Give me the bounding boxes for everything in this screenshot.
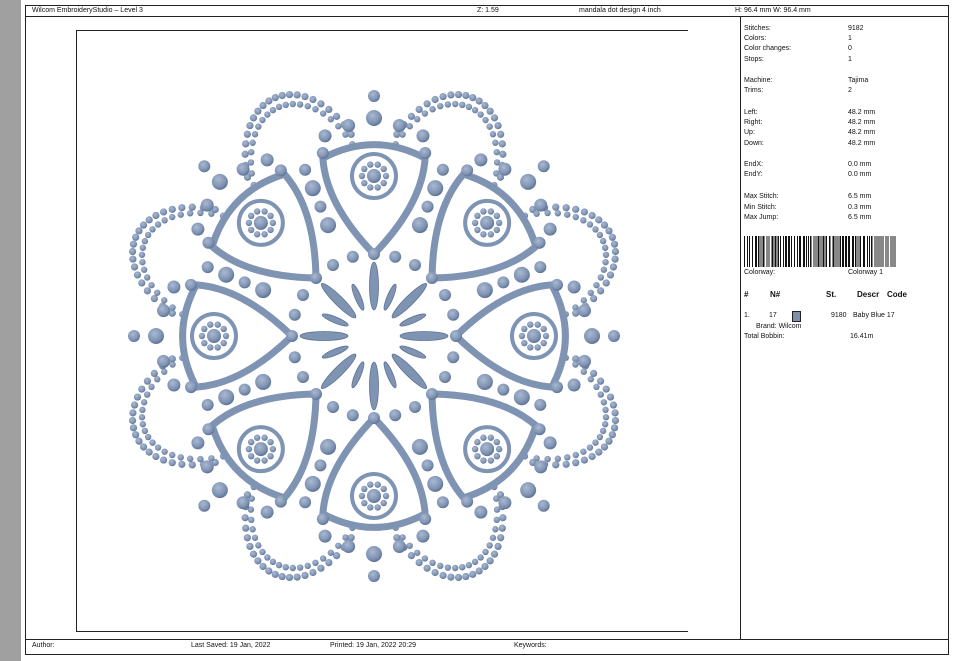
stat-label: EndX: [744,161,764,168]
stat-label: Trims: [744,87,764,94]
row-index: 1. [744,312,750,319]
stat-label: Min Stitch: [744,204,777,211]
col-header-code: Code [887,290,907,299]
stat-value: 48.2 mm [848,129,876,136]
stat-value: 2 [848,87,852,94]
stat-value: 0.0 mm [848,171,872,178]
panel-divider [740,17,741,639]
stat-value: 9182 [848,25,864,32]
stat-label: Right: [744,119,763,126]
stat-value: 48.2 mm [848,109,876,116]
design-size: H: 96.4 mm W: 96.4 mm [735,7,811,14]
thread-swatch [792,311,801,322]
colorway-label: Colorway: [744,269,776,276]
stat-value: 0.3 mm [848,204,872,211]
stat-value: 6.5 mm [848,193,872,200]
zoom-level: Z: 1.59 [477,7,499,14]
stat-label: EndY: [744,171,763,178]
stat-value: 0 [848,45,852,52]
stat-value: 6.5 mm [848,214,872,221]
printed-date: Printed: 19 Jan, 2022 20:29 [330,642,417,649]
stat-value: 48.2 mm [848,119,876,126]
last-saved: Last Saved: 19 Jan, 2022 [191,642,271,649]
stat-value: 48.2 mm [848,140,876,147]
stat-label: Machine: [744,77,773,84]
stat-label: Up: [744,129,755,136]
stat-label: Max Stitch: [744,193,779,200]
col-header-index: # [744,290,749,299]
design-name: mandala dot design 4 inch [579,7,661,14]
colorway-value: Colorway 1 [848,269,884,276]
stat-label: Stitches: [744,25,771,32]
embroidery-design [128,90,620,582]
footer-divider [25,639,949,640]
col-header-n: N# [770,290,781,299]
barcode [744,236,896,267]
thread-brand: Brand: Wilcom [756,323,802,330]
author: Author: [32,642,55,649]
stat-value: 1 [848,56,852,63]
stat-label: Stops: [744,56,764,63]
row-n: 17 [769,312,777,319]
col-header-stitches: St. [826,290,837,299]
app-title: Wilcom EmbroideryStudio – Level 3 [32,7,143,14]
total-bobbin-value: 16.41m [850,333,874,340]
stat-label: Max Jump: [744,214,779,221]
col-header-descr: Descr [857,290,880,299]
stat-label: Left: [744,109,758,116]
header-divider [25,16,949,17]
row-stitches: 9180 [831,312,847,319]
stat-value: 0.0 mm [848,161,872,168]
stat-label: Color changes: [744,45,792,52]
row-descr: Baby Blue 17 [853,312,895,319]
design-preview [76,30,688,632]
stat-value: 1 [848,35,852,42]
keywords: Keywords: [514,642,547,649]
stat-label: Down: [744,140,764,147]
stat-value: Tajima [848,77,869,84]
total-bobbin-label: Total Bobbin: [744,333,785,340]
stat-label: Colors: [744,35,767,42]
